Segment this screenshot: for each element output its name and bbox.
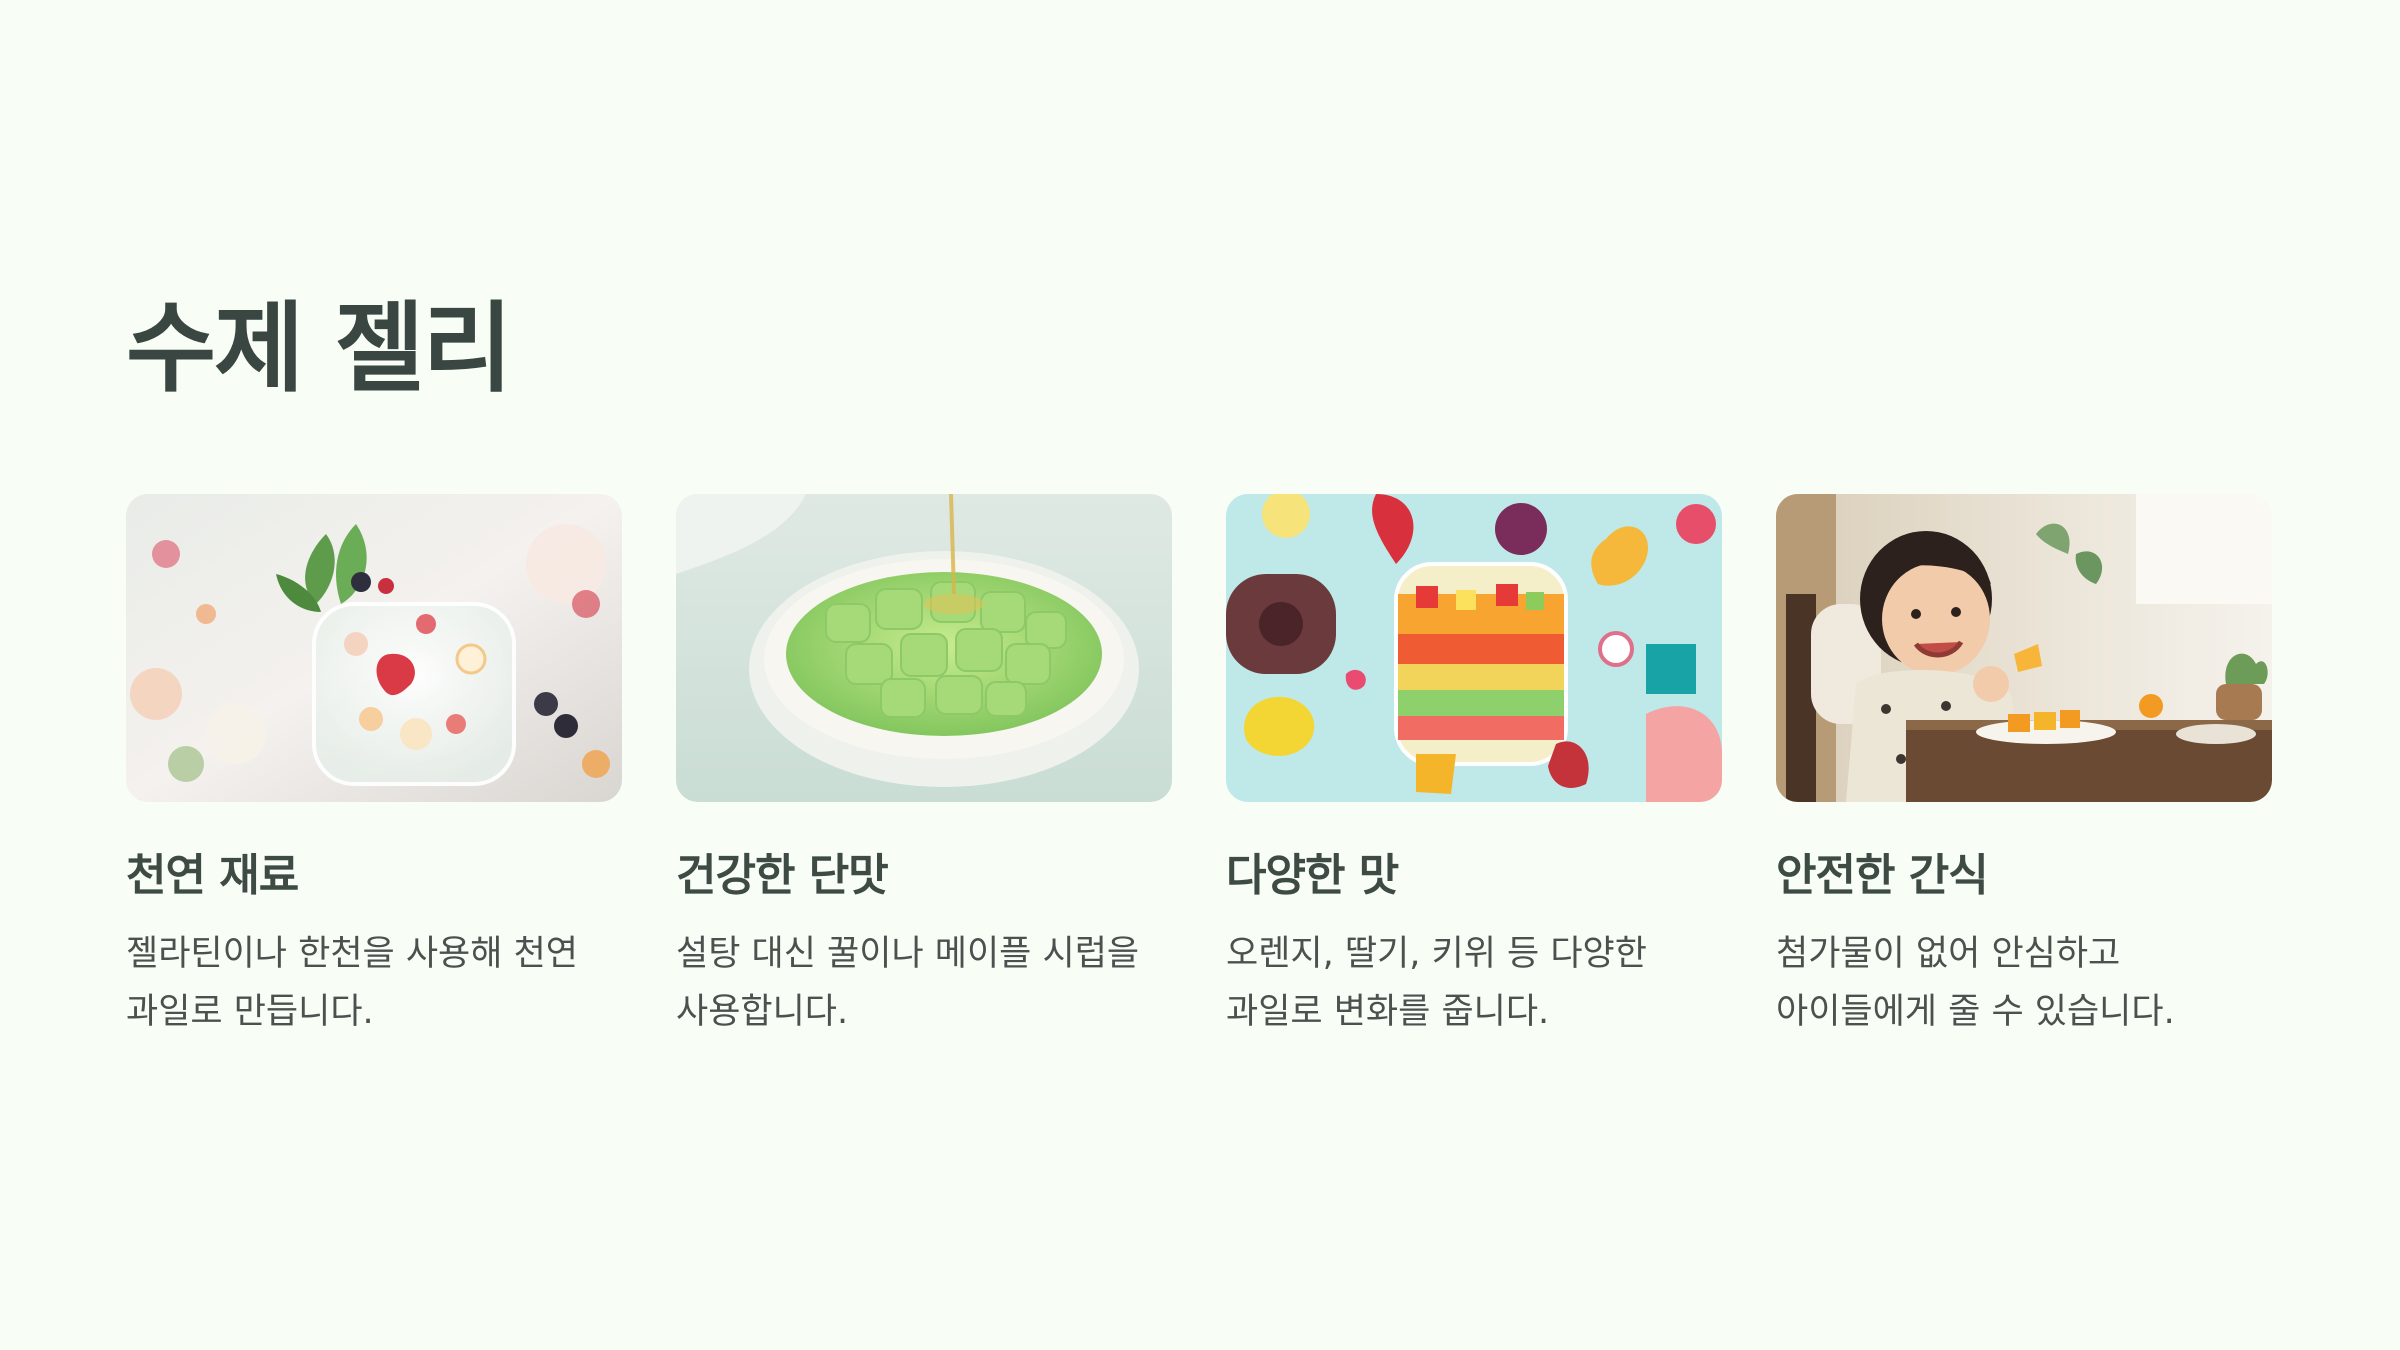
page-title: 수제 젤리 <box>126 292 513 406</box>
colorful-jelly-jar-image <box>1226 494 1722 802</box>
child-eating-jelly-image <box>1776 494 2272 802</box>
card-title: 천연 재료 <box>126 850 299 901</box>
card-title: 건강한 단맛 <box>676 850 889 901</box>
card-list: 천연 재료 젤라틴이나 한천을 사용해 천연 과일로 만듭니다. 건강한 단맛 … <box>126 494 2272 1041</box>
card-healthy-sweetness: 건강한 단맛 설탕 대신 꿀이나 메이플 시럽을 사용합니다. <box>676 494 1172 1041</box>
card-description: 첨가물이 없어 안심하고 아이들에게 줄 수 있습니다. <box>1776 933 2175 1032</box>
card-safe-snack: 안전한 간식 첨가물이 없어 안심하고 아이들에게 줄 수 있습니다. <box>1776 494 2272 1041</box>
card-description: 젤라틴이나 한천을 사용해 천연 과일로 만듭니다. <box>126 933 578 1032</box>
card-title: 안전한 간식 <box>1776 850 1989 901</box>
card-various-flavors: 다양한 맛 오렌지, 딸기, 키위 등 다양한 과일로 변화를 줍니다. <box>1226 494 1722 1041</box>
card-description: 오렌지, 딸기, 키위 등 다양한 과일로 변화를 줍니다. <box>1226 933 1647 1032</box>
card-natural-ingredients: 천연 재료 젤라틴이나 한천을 사용해 천연 과일로 만듭니다. <box>126 494 622 1041</box>
card-description: 설탕 대신 꿀이나 메이플 시럽을 사용합니다. <box>676 933 1140 1032</box>
green-jelly-bowl-image <box>676 494 1172 802</box>
fruit-jelly-cup-image <box>126 494 622 802</box>
card-title: 다양한 맛 <box>1226 850 1399 901</box>
